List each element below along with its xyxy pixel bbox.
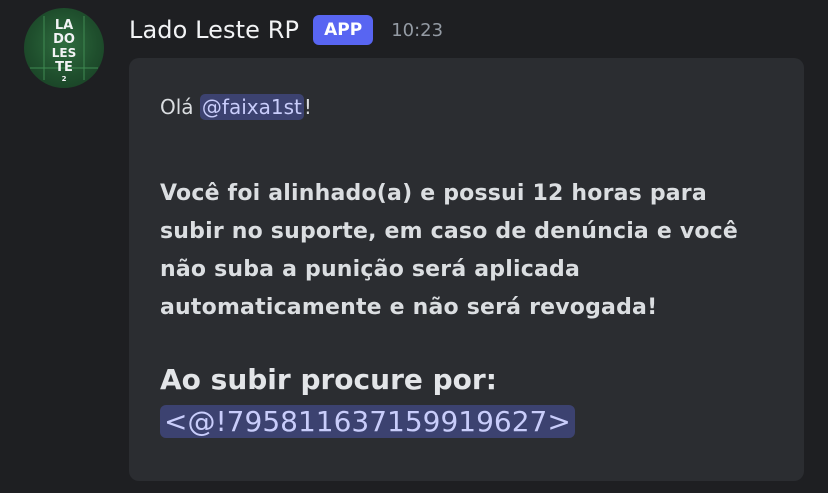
embed-greeting: Olá @faixa1st! (160, 91, 312, 123)
message-embed: Olá @faixa1st! Você foi alinhado(a) e po… (129, 58, 804, 481)
chat-message: LA DO LES TE 2 Lado Leste RP APP 10:23 O… (0, 0, 828, 493)
embed-procure-line: Ao subir procure por: <@!795811637159919… (160, 359, 760, 443)
user-mention[interactable]: @faixa1st (199, 94, 304, 120)
avatar-logo: LA DO LES TE 2 (30, 16, 98, 83)
avatar-text-1: LA (55, 18, 73, 33)
message-header: Lado Leste RP APP 10:23 (129, 12, 443, 48)
procure-label: Ao subir procure por: (160, 363, 497, 396)
message-timestamp[interactable]: 10:23 (391, 20, 443, 41)
raw-user-mention[interactable]: <@!795811637159919627> (160, 405, 575, 438)
avatar-text-5: 2 (62, 75, 67, 83)
avatar-text-2: DO (53, 32, 75, 47)
avatar-text-3: LES (52, 46, 77, 60)
avatar-text-4: TE (55, 60, 73, 75)
author-avatar[interactable]: LA DO LES TE 2 (24, 8, 104, 88)
greeting-prefix: Olá (160, 95, 200, 119)
greeting-suffix: ! (303, 95, 312, 119)
author-name[interactable]: Lado Leste RP (129, 16, 299, 44)
app-badge: APP (313, 15, 374, 45)
embed-body-text: Você foi alinhado(a) e possui 12 horas p… (160, 181, 739, 320)
